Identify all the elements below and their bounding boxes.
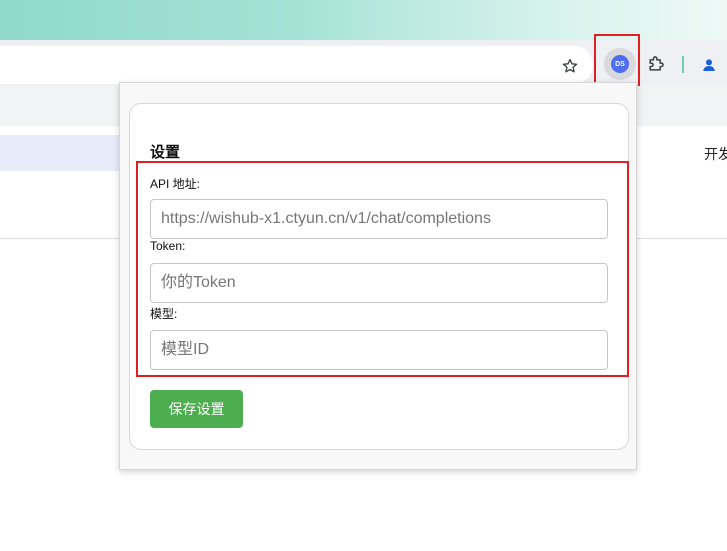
token-input[interactable]: [150, 263, 608, 303]
address-bar[interactable]: [0, 46, 593, 84]
toolbar-divider: [682, 56, 684, 73]
settings-title: 设置: [150, 144, 181, 161]
settings-card: 设置 API 地址: Token: 模型: 保存设置: [129, 103, 629, 450]
ds-extension-button[interactable]: DS: [604, 48, 636, 80]
profile-icon: [703, 59, 715, 71]
star-icon[interactable]: [558, 54, 582, 78]
page-nav-text[interactable]: 开发: [704, 144, 727, 164]
model-label: 模型:: [150, 307, 178, 321]
model-input[interactable]: [150, 330, 608, 370]
extensions-menu-button[interactable]: [640, 48, 672, 80]
api-url-input[interactable]: [150, 199, 608, 239]
ds-extension-icon: DS: [611, 55, 629, 73]
api-url-label: API 地址:: [150, 177, 201, 191]
save-settings-button[interactable]: 保存设置: [150, 390, 243, 428]
puzzle-icon: [649, 56, 664, 71]
extension-popup: 设置 API 地址: Token: 模型: 保存设置: [119, 82, 637, 470]
profile-button[interactable]: [696, 52, 722, 78]
page-selected-row: [0, 135, 130, 171]
token-label: Token:: [150, 239, 186, 253]
browser-tab-strip: [0, 0, 727, 40]
